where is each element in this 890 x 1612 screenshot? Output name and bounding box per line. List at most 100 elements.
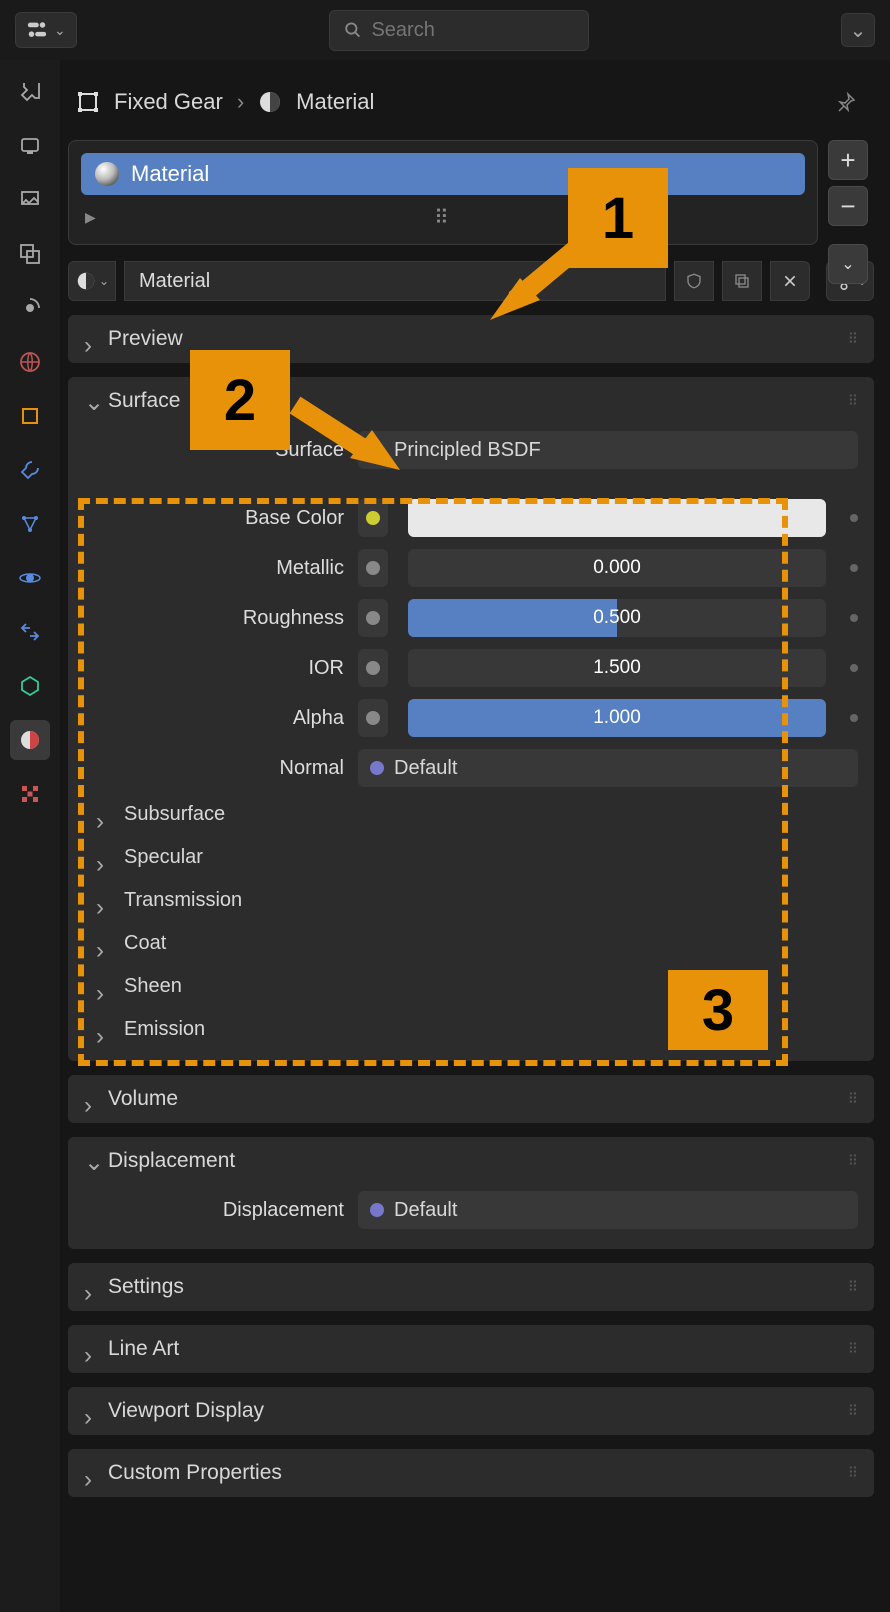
grip-icon[interactable]: ⠿ <box>848 1341 860 1358</box>
ior-socket-button[interactable] <box>358 649 388 687</box>
pin-button[interactable] <box>826 82 866 122</box>
preview-panel-label: Preview <box>108 327 183 351</box>
link-indicator-icon[interactable] <box>850 614 858 622</box>
vector-socket-icon <box>370 1203 384 1217</box>
search-input[interactable] <box>371 19 573 42</box>
specular-subpanel[interactable]: Specular <box>68 836 874 879</box>
annotation-2: 2 <box>190 350 290 450</box>
chevron-right-icon <box>96 937 110 951</box>
chevron-right-icon <box>96 851 110 865</box>
object-icon <box>76 90 100 114</box>
texture-tab-icon[interactable] <box>10 774 50 814</box>
custom-properties-panel: Custom Properties ⠿ <box>68 1449 874 1497</box>
grip-icon[interactable]: ⠿ <box>848 1465 860 1482</box>
grip-icon[interactable]: ⠿ <box>848 393 860 410</box>
duplicate-icon <box>733 272 751 290</box>
grip-icon[interactable]: ⠿ <box>848 1279 860 1296</box>
ior-slider[interactable]: 1.500 <box>408 649 826 687</box>
particles-tab-icon[interactable] <box>10 504 50 544</box>
new-material-button[interactable] <box>722 261 762 301</box>
metallic-slider[interactable]: 0.000 <box>408 549 826 587</box>
link-indicator-icon[interactable] <box>850 514 858 522</box>
grip-icon[interactable]: ⠿ <box>848 1153 860 1170</box>
render-tab-icon[interactable] <box>10 126 50 166</box>
settings-panel-header[interactable]: Settings ⠿ <box>68 1263 874 1311</box>
volume-panel-label: Volume <box>108 1087 178 1111</box>
displacement-label: Displacement <box>84 1199 344 1222</box>
displacement-panel-header[interactable]: Displacement ⠿ <box>68 1137 874 1185</box>
roughness-slider[interactable]: 0.500 <box>408 599 826 637</box>
color-socket-icon <box>366 511 380 525</box>
volume-panel-header[interactable]: Volume ⠿ <box>68 1075 874 1123</box>
transmission-subpanel[interactable]: Transmission <box>68 879 874 922</box>
link-indicator-icon[interactable] <box>850 664 858 672</box>
material-specials-dropdown[interactable]: ⌄ <box>828 244 868 284</box>
grip-icon[interactable]: ⠿ <box>848 1403 860 1420</box>
options-dropdown[interactable]: ⌄ <box>841 13 875 47</box>
world-tab-icon[interactable] <box>10 342 50 382</box>
material-tab-icon[interactable] <box>10 720 50 760</box>
grip-icon[interactable]: ⠿ <box>848 1091 860 1108</box>
displacement-field[interactable]: Default <box>358 1191 858 1229</box>
chevron-right-icon <box>84 1342 98 1356</box>
displacement-value: Default <box>394 1199 457 1222</box>
alpha-socket-button[interactable] <box>358 699 388 737</box>
material-browse-button[interactable]: ⌄ <box>68 261 116 301</box>
link-indicator-icon[interactable] <box>850 564 858 572</box>
chevron-right-icon <box>84 1280 98 1294</box>
constraints-tab-icon[interactable] <box>10 612 50 652</box>
value-socket-icon <box>366 711 380 725</box>
material-slot-name: Material <box>131 161 209 187</box>
normal-field[interactable]: Default <box>358 749 858 787</box>
remove-material-slot-button[interactable]: − <box>828 186 868 226</box>
surface-shader-field[interactable]: Principled BSDF <box>358 431 858 469</box>
expand-icon[interactable]: ▶ <box>85 209 96 226</box>
object-tab-icon[interactable] <box>10 396 50 436</box>
coat-subpanel[interactable]: Coat <box>68 922 874 965</box>
preview-panel-header[interactable]: Preview ⠿ <box>68 315 874 363</box>
alpha-value: 1.000 <box>593 707 641 729</box>
chevron-down-icon <box>84 394 98 408</box>
subsurface-subpanel[interactable]: Subsurface <box>68 793 874 836</box>
grip-icon[interactable]: ⠿ <box>848 331 860 348</box>
vector-socket-icon <box>370 761 384 775</box>
sliders-icon <box>26 19 48 41</box>
drag-handle-icon[interactable]: ⠿ <box>434 205 452 230</box>
link-indicator-icon[interactable] <box>850 714 858 722</box>
shield-icon <box>685 272 703 290</box>
line-art-panel-header[interactable]: Line Art ⠿ <box>68 1325 874 1373</box>
search-input-container[interactable] <box>329 10 589 51</box>
surface-panel-label: Surface <box>108 389 180 413</box>
data-tab-icon[interactable] <box>10 666 50 706</box>
modifier-tab-icon[interactable] <box>10 450 50 490</box>
breadcrumb: Fixed Gear › Material <box>68 72 874 140</box>
breadcrumb-material[interactable]: Material <box>296 89 374 115</box>
chevron-right-icon <box>84 332 98 346</box>
surface-panel-header[interactable]: Surface ⠿ <box>68 377 874 425</box>
surface-panel: Surface ⠿ Surface Principled BSDF Base C… <box>68 377 874 1061</box>
alpha-slider[interactable]: 1.000 <box>408 699 826 737</box>
viewport-display-panel-label: Viewport Display <box>108 1399 264 1423</box>
roughness-socket-button[interactable] <box>358 599 388 637</box>
chevron-right-icon <box>96 980 110 994</box>
base-color-socket-button[interactable] <box>358 499 388 537</box>
viewport-display-panel-header[interactable]: Viewport Display ⠿ <box>68 1387 874 1435</box>
unlink-material-button[interactable] <box>770 261 810 301</box>
tool-tab-icon[interactable] <box>10 72 50 112</box>
base-color-swatch[interactable] <box>408 499 826 537</box>
breadcrumb-object[interactable]: Fixed Gear <box>114 89 223 115</box>
physics-tab-icon[interactable] <box>10 558 50 598</box>
preview-panel: Preview ⠿ <box>68 315 874 363</box>
alpha-label: Alpha <box>84 707 344 730</box>
breadcrumb-separator: › <box>237 89 244 115</box>
material-slot-active[interactable]: Material <box>81 153 805 195</box>
viewlayer-tab-icon[interactable] <box>10 234 50 274</box>
output-tab-icon[interactable] <box>10 180 50 220</box>
metallic-socket-button[interactable] <box>358 549 388 587</box>
custom-properties-panel-header[interactable]: Custom Properties ⠿ <box>68 1449 874 1497</box>
add-material-slot-button[interactable]: + <box>828 140 868 180</box>
fake-user-button[interactable] <box>674 261 714 301</box>
editor-type-selector[interactable]: ⌄ <box>15 12 77 48</box>
scene-tab-icon[interactable] <box>10 288 50 328</box>
annotation-3: 3 <box>668 970 768 1050</box>
